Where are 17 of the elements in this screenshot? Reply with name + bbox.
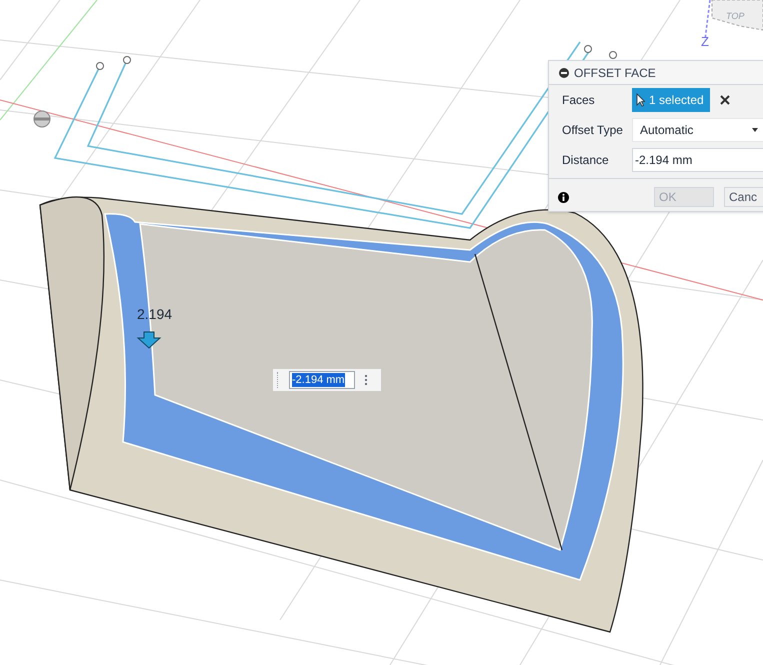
origin-icon xyxy=(34,110,50,128)
input-field[interactable]: -2.194 mm xyxy=(632,148,763,172)
info-icon[interactable] xyxy=(558,192,569,202)
dialog-title: OFFSET FACE xyxy=(574,64,656,82)
dropdown[interactable]: Automatic xyxy=(632,118,763,142)
selection-button[interactable]: 1 selected xyxy=(632,88,710,112)
collapse-icon[interactable] xyxy=(559,68,569,78)
clear-selection-icon[interactable] xyxy=(720,95,730,105)
field-label: Distance xyxy=(561,152,610,169)
cancel-button[interactable]: Canc xyxy=(724,187,763,207)
field-label: Offset Type xyxy=(561,122,624,139)
field-label: Faces xyxy=(561,92,596,109)
axis-label: Z xyxy=(701,33,709,51)
cursor-icon xyxy=(636,93,645,107)
distance-input[interactable]: -2.194 mm xyxy=(289,371,355,389)
offset-arrow-icon xyxy=(136,332,162,349)
caret-icon xyxy=(752,128,758,132)
